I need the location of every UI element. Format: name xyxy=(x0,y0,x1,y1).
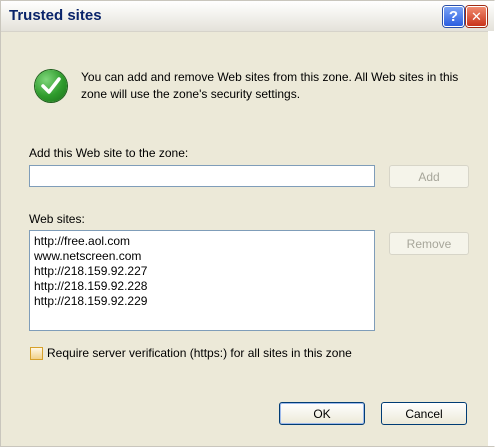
https-verification-checkbox[interactable] xyxy=(30,347,43,360)
window-border xyxy=(488,31,494,446)
dialog-title: Trusted sites xyxy=(9,7,102,24)
web-sites-list[interactable]: http://free.aol.com www.netscreen.com ht… xyxy=(29,230,375,331)
list-item[interactable]: www.netscreen.com xyxy=(34,249,370,264)
list-item[interactable]: http://218.159.92.229 xyxy=(34,294,370,309)
remove-button[interactable]: Remove xyxy=(389,232,469,255)
zone-description: You can add and remove Web sites from th… xyxy=(81,70,459,101)
list-item[interactable]: http://218.159.92.228 xyxy=(34,279,370,294)
title-bar[interactable]: Trusted sites ? ✕ xyxy=(1,1,494,32)
list-item[interactable]: http://218.159.92.227 xyxy=(34,264,370,279)
green-checkmark-icon xyxy=(35,70,67,102)
cancel-button[interactable]: Cancel xyxy=(381,402,467,425)
close-button[interactable]: ✕ xyxy=(466,6,487,27)
close-icon: ✕ xyxy=(471,8,482,24)
add-button[interactable]: Add xyxy=(389,165,469,188)
add-site-label: Add this Web site to the zone: xyxy=(29,146,189,160)
trusted-sites-dialog: Trusted sites ? ✕ You can add and remove… xyxy=(0,0,495,447)
help-button[interactable]: ? xyxy=(443,6,464,27)
web-sites-label: Web sites: xyxy=(29,212,85,226)
ok-button[interactable]: OK xyxy=(279,402,365,425)
list-item[interactable]: http://free.aol.com xyxy=(34,234,370,249)
add-site-input[interactable] xyxy=(29,165,375,187)
https-verification-label: Require server verification (https:) for… xyxy=(47,346,352,360)
question-mark-icon: ? xyxy=(448,8,459,25)
